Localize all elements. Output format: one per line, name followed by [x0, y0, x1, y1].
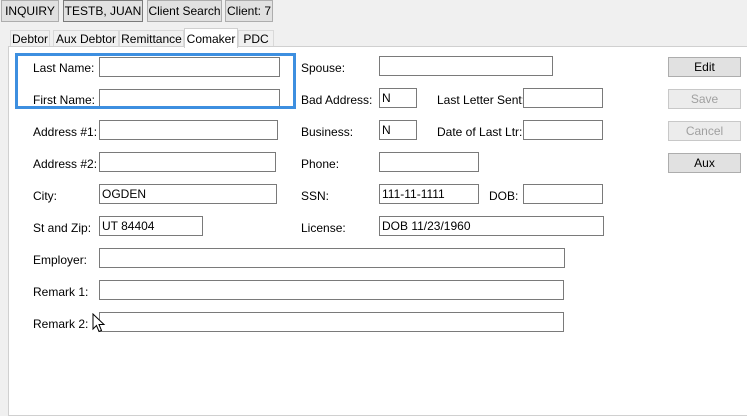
license-field[interactable]: DOB 11/23/1960	[379, 216, 604, 236]
client-button[interactable]: Client: 7	[225, 0, 273, 22]
debtor-name-button[interactable]: TESTB, JUAN	[63, 0, 143, 22]
first-name-field[interactable]	[99, 89, 280, 109]
edit-button[interactable]: Edit	[668, 57, 741, 77]
address1-label: Address #1:	[33, 125, 98, 139]
address1-field[interactable]	[99, 120, 278, 140]
bad-address-label: Bad Address:	[301, 93, 373, 107]
remark1-label: Remark 1:	[33, 285, 89, 299]
date-last-ltr-label: Date of Last Ltr:	[437, 125, 523, 139]
phone-field[interactable]	[379, 152, 479, 172]
client-search-button[interactable]: Client Search	[147, 0, 222, 22]
last-name-label: Last Name:	[33, 61, 95, 75]
first-name-label: First Name:	[33, 93, 96, 107]
remark2-label: Remark 2:	[33, 317, 89, 331]
employer-field[interactable]	[99, 248, 565, 268]
last-letter-sent-label: Last Letter Sent:	[437, 93, 526, 107]
mouse-cursor-icon	[92, 313, 106, 333]
last-letter-sent-field[interactable]	[523, 88, 603, 108]
city-field[interactable]: OGDEN	[99, 184, 277, 204]
city-label: City:	[33, 189, 57, 203]
st-zip-field[interactable]: UT 84404	[99, 216, 203, 236]
date-last-ltr-field[interactable]	[523, 120, 603, 140]
spouse-field[interactable]	[379, 56, 553, 76]
business-field[interactable]: N	[379, 120, 417, 140]
phone-label: Phone:	[301, 157, 340, 171]
dob-label: DOB:	[489, 189, 519, 203]
ssn-field[interactable]: 111-11-1111	[379, 184, 479, 204]
save-button[interactable]: Save	[668, 89, 741, 109]
spouse-label: Spouse:	[301, 61, 346, 75]
aux-button[interactable]: Aux	[668, 153, 741, 173]
tab-pdc[interactable]: PDC	[238, 30, 274, 47]
ssn-label: SSN:	[301, 189, 330, 203]
inquiry-button[interactable]: INQUIRY	[1, 0, 59, 22]
license-label: License:	[301, 221, 346, 235]
dob-field[interactable]	[523, 184, 603, 204]
address2-label: Address #2:	[33, 157, 98, 171]
tab-remittance[interactable]: Remittance	[119, 30, 184, 47]
employer-label: Employer:	[33, 253, 88, 267]
cancel-button[interactable]: Cancel	[668, 121, 741, 141]
tab-debtor[interactable]: Debtor	[10, 30, 50, 47]
last-name-field[interactable]	[99, 57, 280, 77]
tab-aux-debtor[interactable]: Aux Debtor	[53, 30, 119, 47]
tab-comaker[interactable]: Comaker	[184, 28, 238, 48]
bad-address-field[interactable]: N	[379, 88, 417, 108]
business-label: Business:	[301, 125, 354, 139]
remark2-field[interactable]	[99, 312, 564, 332]
st-zip-label: St and Zip:	[33, 221, 92, 235]
remark1-field[interactable]	[99, 280, 564, 300]
address2-field[interactable]	[99, 152, 276, 172]
